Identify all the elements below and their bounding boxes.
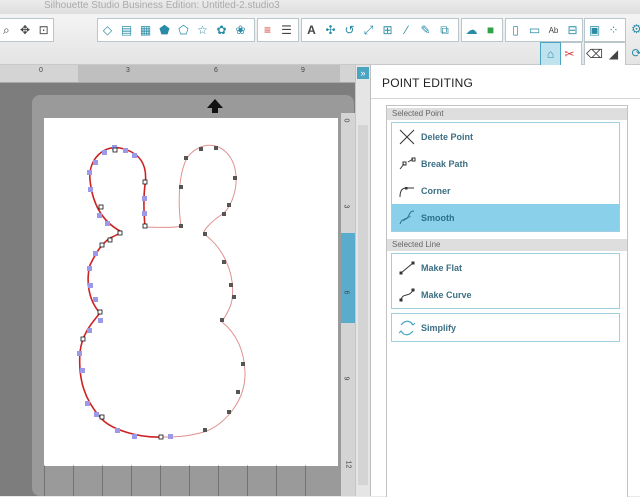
shape-effect-icon[interactable]: ❀ [231,19,250,41]
pan-icon[interactable]: ✥ [16,19,35,41]
option-label: Make Flat [421,262,463,273]
toolbar-group-store: ☁ ■ [461,18,503,42]
gear-shape-icon[interactable]: ✿ [212,19,231,41]
panel-title: POINT EDITING [382,76,474,90]
delete-point-button[interactable]: Delete Point [392,123,619,150]
path-unselected[interactable] [144,144,246,438]
page-setup-icon[interactable]: ▣ [585,19,604,41]
move-icon[interactable]: ✣ [321,19,340,41]
corner-icon [395,181,419,201]
selected-line-header: Selected Line [387,239,627,251]
toolbar: ⌕ ✥ ⊡ ◇ ▤ ▦ ⬟ ⬠ ☆ ✿ ❀ ≡ ☰ A ✣ ↺ ⤢ ⊞ ⁄ ✎ … [0,14,640,66]
line-color-icon[interactable]: ≡ [258,19,277,41]
text-tool-icon[interactable]: A [302,19,321,41]
option-label: Corner [421,185,451,196]
smooth-icon [395,208,419,228]
toolbar-group-lines: ≡ ☰ [257,18,299,42]
pentagon-outline-icon[interactable]: ⬠ [174,19,193,41]
zoom-icon[interactable]: ⌕ [0,19,16,41]
grid-icon[interactable]: ▦ [136,19,155,41]
make-flat-button[interactable]: Make Flat [392,254,619,281]
make-flat-icon [395,258,419,278]
panel-scrollbar[interactable] [358,125,368,485]
registration-icon[interactable]: ⁘ [604,19,623,41]
send-icon[interactable]: ▯ [506,19,525,41]
panel-body: Selected Point Delete Point Break Path C… [386,105,628,497]
text-style-icon[interactable]: Ab [544,19,563,41]
make-curve-icon [395,285,419,305]
smooth-button[interactable]: Smooth [392,204,619,231]
align-icon[interactable]: ⊟ [563,19,582,41]
selected-point-header: Selected Point [387,108,627,120]
replicate-icon[interactable]: ⧉ [435,19,454,41]
cut-settings-icon[interactable]: ✂ [560,43,579,65]
rotate-icon[interactable]: ↺ [340,19,359,41]
toolbar-group-settings: ▣ ⁘ [584,18,626,42]
window-icon[interactable]: ▤ [117,19,136,41]
eraser-icon[interactable]: ⌫ [585,43,604,65]
star-icon[interactable]: ☆ [193,19,212,41]
make-curve-button[interactable]: Make Curve [392,281,619,308]
window-title: Silhouette Studio Business Edition: Unti… [0,0,640,14]
scale-icon[interactable]: ⤢ [359,19,378,41]
pentagon-filled-icon[interactable]: ⬟ [155,19,174,41]
toolbar-group-eraser: ⌫ ◢ [584,42,626,66]
bunny-shape[interactable] [0,65,355,496]
fit-to-page-icon[interactable]: ⊡ [34,19,53,41]
break-path-button[interactable]: Break Path [392,150,619,177]
design-canvas[interactable]: 0 3 6 9 0 3 6 9 12 [0,65,355,496]
toolbar-group-transform: A ✣ ↺ ⤢ ⊞ ⁄ ✎ ⧉ [301,18,459,42]
settings-gear-icon[interactable]: ⚙ [627,18,640,40]
simplify-icon [395,318,419,338]
toolbar-group-edit-mode: ⌂ ✂ [540,42,582,66]
knife-tool-icon[interactable]: ◢ [604,43,623,65]
fill-icon[interactable]: ◇ [98,19,117,41]
simplify-button[interactable]: Simplify [392,314,619,341]
option-label: Make Curve [421,289,472,300]
knife-icon[interactable]: ⁄ [397,19,416,41]
offset-icon[interactable]: ⊞ [378,19,397,41]
line-style-icon[interactable]: ☰ [277,19,296,41]
selected-line-options: Make Flat Make Curve [391,253,620,309]
store-icon[interactable]: ■ [481,19,500,41]
collapse-panel-button[interactable]: » [357,67,369,79]
simplify-box: Simplify [391,313,620,342]
library-icon[interactable]: ☁ [462,19,481,41]
curve-handles [77,145,173,439]
device-icon[interactable]: ▭ [525,19,544,41]
corner-button[interactable]: Corner [392,177,619,204]
toolbar-group-zoom: ⌕ ✥ ⊡ [0,18,54,42]
option-label: Delete Point [421,131,474,142]
option-label: Break Path [421,158,469,169]
trace-icon[interactable]: ✎ [416,19,435,41]
panel-collapse-strip[interactable]: » [355,65,370,496]
toolbar-group-draw: ◇ ▤ ▦ ⬟ ⬠ ☆ ✿ ❀ [97,18,255,42]
option-label: Simplify [421,322,457,333]
point-edit-icon[interactable]: ⌂ [540,42,561,66]
option-label: Smooth [421,212,455,223]
refresh-icon[interactable]: ⟳ [627,42,640,64]
toolbar-group-page: ▯ ▭ Ab ⊟ [505,18,583,42]
anchor-points [80,147,164,440]
selected-point-options: Delete Point Break Path Corner Smooth [391,122,620,232]
break-path-icon [395,154,419,174]
point-editing-panel: POINT EDITING Selected Point Delete Poin… [370,65,640,497]
delete-point-icon [395,127,419,147]
